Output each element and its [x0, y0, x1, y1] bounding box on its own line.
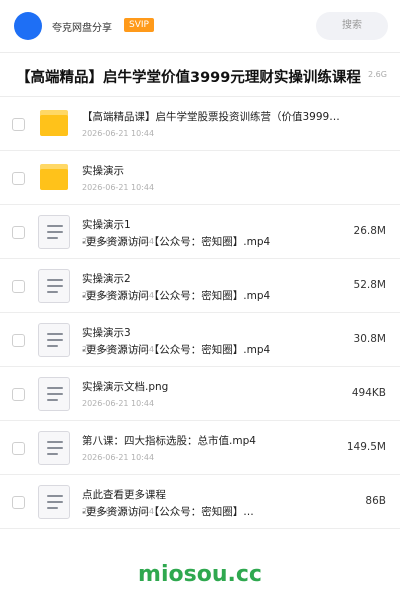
row-checkbox[interactable] [12, 496, 25, 509]
row-name: 【高端精品课】启牛学堂股票投资训练营（价值3999… [82, 111, 340, 123]
row-checkbox[interactable] [12, 172, 25, 185]
share-header: 夸克网盘分享 SVIP 搜索 [0, 0, 400, 52]
folder-icon [38, 161, 70, 195]
row-checkbox[interactable] [12, 334, 25, 347]
row-name-continued: -更多资源访问【公众号：密知圈】.mp4 [82, 290, 271, 302]
row-date: 2026-06-21 10:44 [82, 453, 155, 462]
row-name: 实操演示2 [82, 273, 131, 285]
file-icon [38, 431, 70, 465]
folder-row[interactable]: 实操演示 2026-06-21 10:44 [0, 151, 400, 205]
row-checkbox[interactable] [12, 442, 25, 455]
share-title-bar: 【高端精品】启牛学堂价值3999元理财实操训练课程 2.6G [0, 58, 400, 94]
row-name: 点此查看更多课程 [82, 489, 166, 501]
watermark-text: miosou.cc [138, 562, 262, 587]
row-checkbox[interactable] [12, 280, 25, 293]
file-row[interactable]: 实操演示2 2026-06-21 10:44 -更多资源访问【公众号：密知圈】.mp… [0, 259, 400, 313]
row-name: 实操演示 [82, 165, 124, 177]
file-icon [38, 215, 70, 249]
row-size: 30.8M [353, 333, 386, 345]
folder-icon [38, 107, 70, 141]
row-name: 实操演示3 [82, 327, 131, 339]
search-button[interactable]: 搜索 [316, 12, 388, 40]
row-checkbox[interactable] [12, 226, 25, 239]
file-row[interactable]: 实操演示文档.png 2026-06-21 10:44 494KB [0, 367, 400, 421]
file-icon [38, 377, 70, 411]
row-date: 2026-06-21 10:44 [82, 129, 155, 138]
row-checkbox[interactable] [12, 388, 25, 401]
row-name-continued: -更多资源访问【公众号：密知圈】.mp4 [82, 236, 271, 248]
total-size: 2.6G [368, 70, 387, 79]
row-size: 52.8M [353, 279, 386, 291]
row-size: 494KB [351, 387, 386, 399]
file-row[interactable]: 实操演示3 2026-06-21 10:44 -更多资源访问【公众号：密知圈】.mp… [0, 313, 400, 367]
row-name: 实操演示1 [82, 219, 131, 231]
row-date: 2026-06-21 10:44 [82, 183, 155, 192]
file-row[interactable]: 实操演示1 2026-06-21 10:44 -更多资源访问【公众号：密知圈】.mp… [0, 205, 400, 259]
avatar[interactable] [14, 12, 42, 40]
row-size: 149.5M [346, 441, 386, 453]
file-row[interactable]: 点此查看更多课程 2026-06-21 10:44 -更多资源访问【公众号：密知圈】… [0, 475, 400, 529]
row-name-continued: -更多资源访问【公众号：密知圈】.mp4 [82, 344, 271, 356]
svip-badge: SVIP [124, 18, 154, 32]
row-name-continued: -更多资源访问【公众号：密知圈】… [82, 506, 254, 518]
row-size: 86B [365, 495, 386, 507]
share-owner-name: 夸克网盘分享 [52, 23, 112, 34]
file-icon [38, 269, 70, 303]
file-row[interactable]: 第八课：四大指标选股：总市值.mp4 2026-06-21 10:44 149.5M [0, 421, 400, 475]
folder-row[interactable]: 【高端精品课】启牛学堂股票投资训练营（价值3999… 2026-06-21 10:… [0, 97, 400, 151]
header-divider [0, 52, 400, 53]
row-size: 26.8M [353, 225, 386, 237]
file-icon [38, 485, 70, 519]
row-name: 第八课：四大指标选股：总市值.mp4 [82, 435, 256, 447]
file-icon [38, 323, 70, 357]
row-date: 2026-06-21 10:44 [82, 399, 155, 408]
row-name: 实操演示文档.png [82, 381, 169, 393]
row-checkbox[interactable] [12, 118, 25, 131]
page-title: 【高端精品】启牛学堂价值3999元理财实操训练课程 [16, 70, 361, 86]
